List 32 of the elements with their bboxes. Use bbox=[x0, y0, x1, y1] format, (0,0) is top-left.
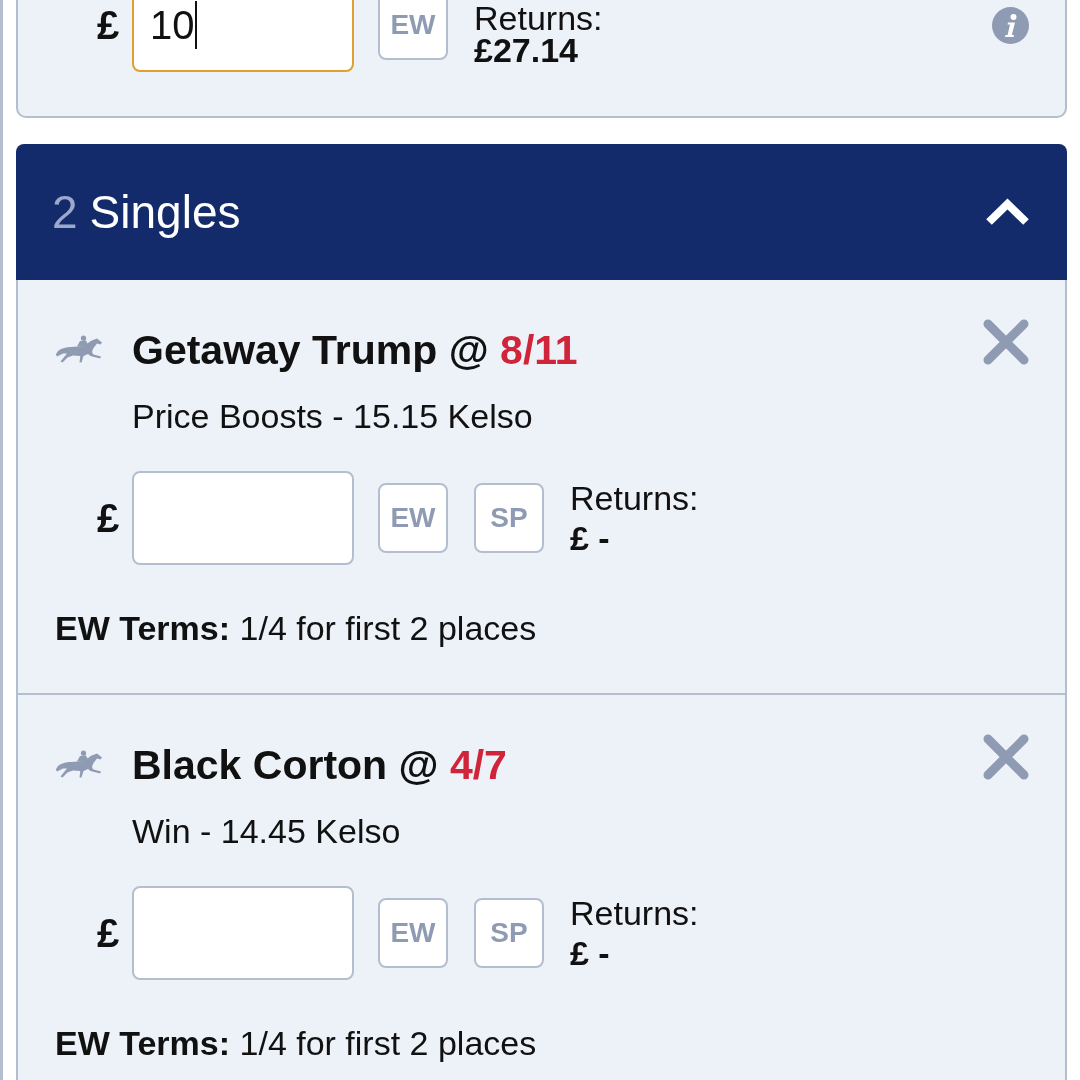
currency-symbol: £ bbox=[97, 495, 121, 542]
toggle-button[interactable]: EW bbox=[378, 898, 448, 968]
returns-amount: £ - bbox=[570, 933, 610, 973]
close-icon[interactable] bbox=[982, 733, 1030, 781]
toggle-button[interactable]: SP bbox=[474, 898, 544, 968]
returns-label: Returns: bbox=[570, 893, 699, 933]
section-title: Singles bbox=[89, 185, 241, 239]
market-description: Price Boosts - 15.15 Kelso bbox=[132, 396, 534, 436]
returns-label: Returns: bbox=[474, 2, 603, 34]
info-icon[interactable] bbox=[992, 6, 1029, 44]
close-icon[interactable] bbox=[982, 318, 1030, 366]
chevron-up-icon[interactable] bbox=[984, 197, 1031, 227]
horse-racing-icon bbox=[55, 750, 103, 780]
currency-symbol: £ bbox=[97, 910, 121, 957]
toggle-button[interactable]: EW bbox=[378, 483, 448, 553]
currency-symbol: £ bbox=[97, 2, 121, 49]
each-way-terms: EW Terms: 1/4 for first 2 places bbox=[55, 608, 538, 648]
market-description: Win - 14.45 Kelso bbox=[132, 811, 402, 851]
horse-racing-icon bbox=[55, 335, 103, 365]
toggle-button[interactable]: EW bbox=[378, 0, 448, 60]
stake-input[interactable] bbox=[132, 471, 354, 565]
returns-label: Returns: bbox=[570, 478, 699, 518]
returns-amount: £ - bbox=[570, 518, 610, 558]
selection-title: Black Corton @ 4/7 bbox=[132, 741, 507, 789]
toggle-button[interactable]: SP bbox=[474, 483, 544, 553]
returns-amount: £27.14 bbox=[474, 34, 578, 66]
bet-count: 2 bbox=[52, 185, 78, 239]
stake-input[interactable] bbox=[132, 886, 354, 980]
section-header[interactable]: 2 Singles bbox=[16, 144, 1067, 280]
selection-title: Getaway Trump @ 8/11 bbox=[132, 326, 578, 374]
each-way-terms: EW Terms: 1/4 for first 2 places bbox=[55, 1023, 538, 1063]
stake-input[interactable]: 10 bbox=[132, 0, 354, 72]
